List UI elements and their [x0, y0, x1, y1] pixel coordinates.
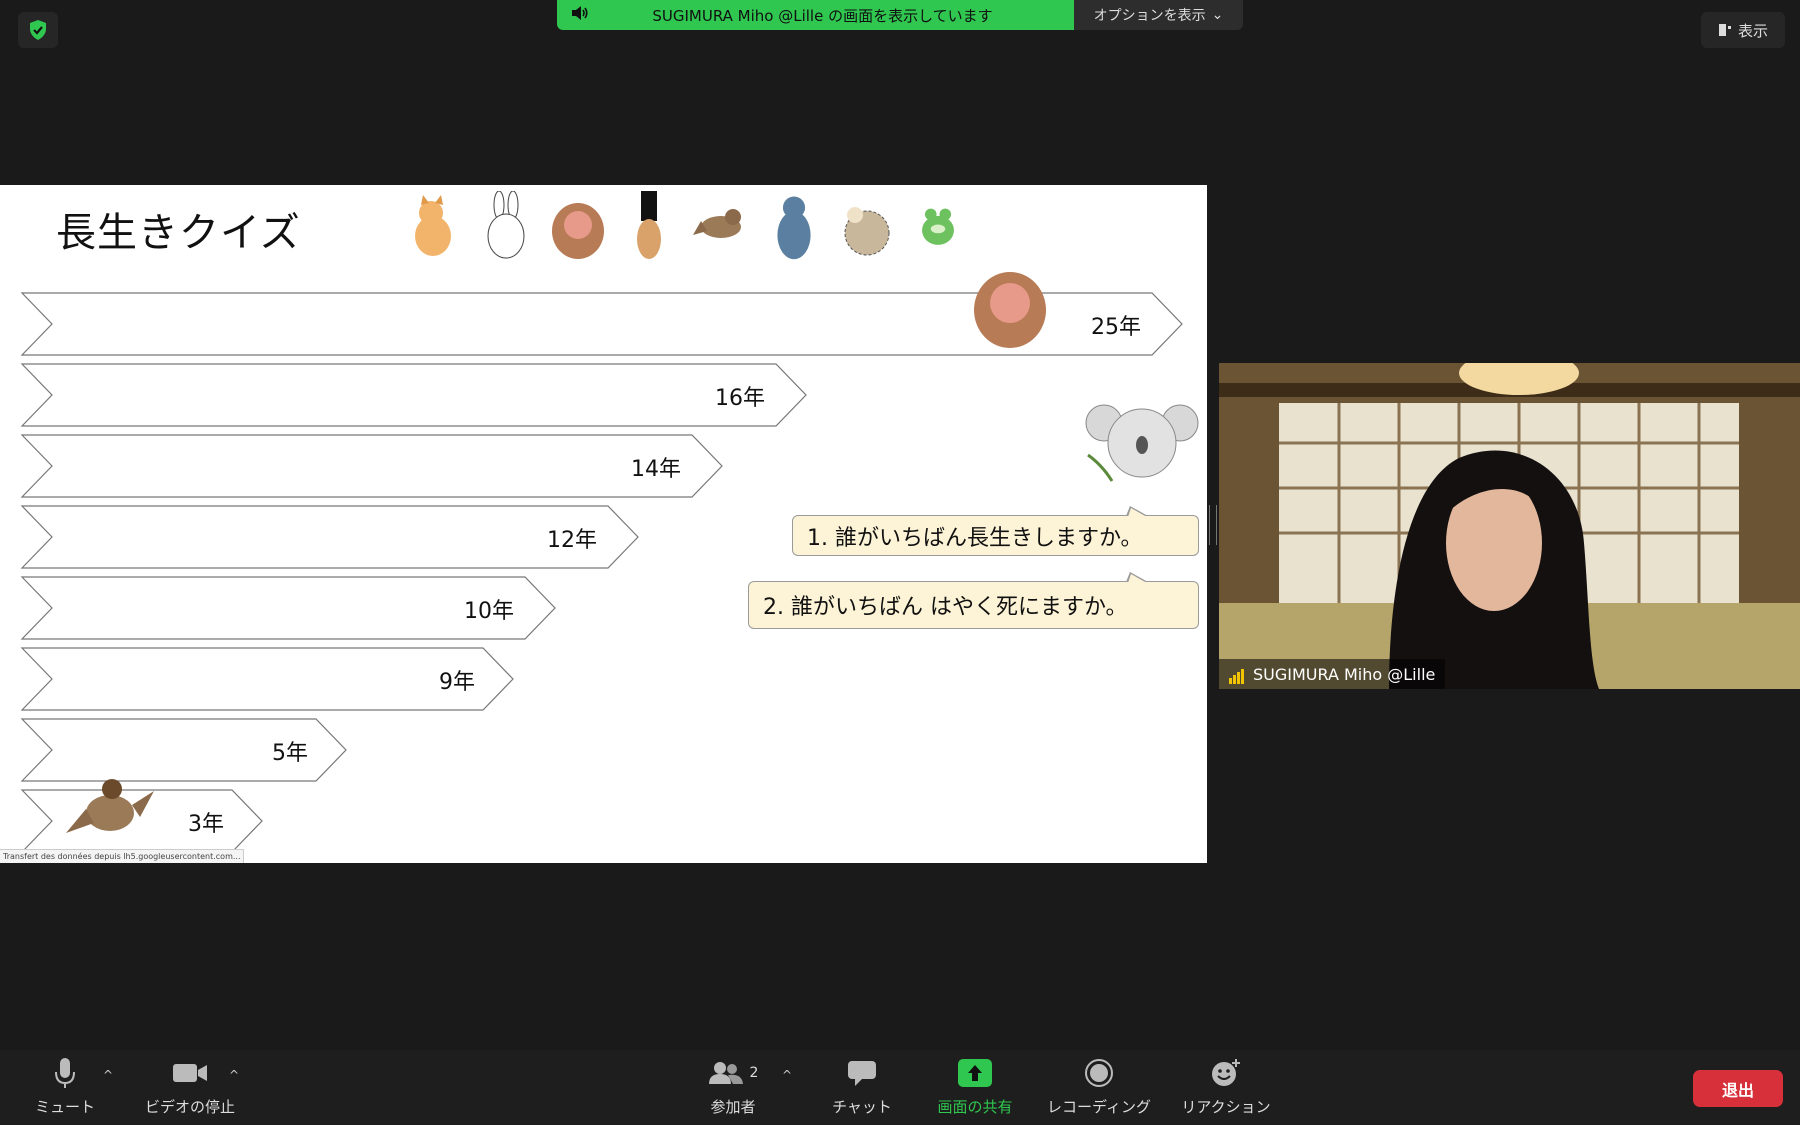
participants-count: 2 — [749, 1065, 759, 1081]
monkey-icon — [974, 272, 1046, 348]
sparrow-icon — [66, 779, 154, 833]
reactions-label: リアクション — [1181, 1098, 1271, 1116]
record-icon — [1085, 1059, 1113, 1087]
year-label: 25年 — [1091, 315, 1141, 340]
slide-title: 長生きクイズ — [56, 210, 301, 256]
browser-status-text: Transfert des données depuis lh5.googleu… — [0, 849, 245, 863]
recording-label: レコーディング — [1047, 1098, 1151, 1116]
year-label: 16年 — [715, 386, 765, 411]
mute-button[interactable]: ミュート — [24, 1050, 106, 1125]
wolf-icon — [777, 196, 811, 260]
year-label: 14年 — [631, 457, 681, 482]
rabbit-icon — [487, 191, 525, 259]
question-1: 1. 誰がいちばん長生きしますか。 — [792, 506, 1199, 556]
security-shield-button[interactable] — [18, 12, 58, 48]
year-arrow-bar — [20, 505, 639, 569]
year-label: 3年 — [188, 812, 224, 837]
chat-label: チャット — [832, 1098, 892, 1116]
fox-icon — [415, 195, 451, 256]
view-options-button[interactable]: オプションを表示 ⌄ — [1074, 0, 1243, 30]
monkey-icon — [552, 203, 604, 259]
view-mode-button[interactable]: 表示 — [1701, 12, 1785, 48]
cat-icon — [637, 191, 661, 259]
reactions-button[interactable]: リアクション — [1176, 1050, 1276, 1125]
year-label: 9年 — [439, 670, 475, 695]
leave-meeting-button[interactable]: 退出 — [1693, 1070, 1783, 1107]
stop-video-label: ビデオの停止 — [144, 1098, 235, 1116]
participants-label: 参加者 — [710, 1098, 756, 1116]
share-screen-icon — [958, 1059, 992, 1087]
share-banner-text: SUGIMURA Miho @Lille の画面を表示しています — [652, 6, 993, 25]
participant-video[interactable]: SUGIMURA Miho @Lille — [1219, 363, 1800, 689]
koala-icon — [1085, 404, 1199, 482]
year-arrow-bar — [20, 434, 723, 498]
chat-button[interactable]: チャット — [824, 1050, 900, 1125]
year-arrow-bar — [20, 363, 807, 427]
chat-icon — [848, 1061, 876, 1086]
recording-button[interactable]: レコーディング — [1041, 1050, 1157, 1125]
emoji-add-icon — [1212, 1059, 1240, 1086]
hedgehog-icon — [844, 207, 890, 256]
speaker-icon — [571, 5, 601, 25]
chevron-down-icon: ⌄ — [1211, 7, 1224, 23]
animal-illustrations — [405, 191, 967, 281]
share-screen-label: 画面の共有 — [937, 1098, 1013, 1116]
mute-label: ミュート — [34, 1098, 95, 1116]
participant-name-tag: SUGIMURA Miho @Lille — [1219, 659, 1446, 689]
signal-strength-icon — [1229, 665, 1245, 684]
shared-screen: 長生きクイズ 25年 16年 14年 12年 10年 9年 5年 3年 1. 誰がいちばん長生… — [0, 185, 1207, 863]
panel-splitter[interactable] — [1209, 505, 1217, 545]
year-label: 10年 — [464, 599, 514, 624]
microphone-icon — [55, 1058, 75, 1088]
participants-icon — [708, 1062, 743, 1084]
audio-options-caret[interactable]: ^ — [103, 1068, 113, 1082]
year-label: 5年 — [272, 741, 308, 766]
participants-options-caret[interactable]: ^ — [782, 1068, 792, 1082]
frog-icon — [922, 208, 954, 245]
view-options-label: オプションを表示 — [1093, 8, 1206, 24]
video-background — [1219, 363, 1800, 689]
question-2: 2. 誰がいちばん はやく死にますか。 — [748, 572, 1199, 629]
sparrow-icon — [693, 209, 741, 238]
participant-name: SUGIMURA Miho @Lille — [1253, 664, 1436, 684]
view-mode-label: 表示 — [1737, 21, 1768, 40]
share-screen-button[interactable]: 画面の共有 — [933, 1050, 1017, 1125]
video-options-caret[interactable]: ^ — [229, 1068, 239, 1082]
meeting-toolbar: ミュート ^ ビデオの停止 ^ 2 参加者 ^ チャット 画面の共有 レコーディ… — [0, 1050, 1800, 1125]
shield-icon — [30, 20, 46, 40]
participants-button[interactable]: 2 参加者 — [700, 1050, 766, 1125]
video-camera-icon — [173, 1064, 207, 1082]
stop-video-button[interactable]: ビデオの停止 — [140, 1050, 240, 1125]
layout-icon — [1718, 24, 1731, 36]
screen-share-banner: SUGIMURA Miho @Lille の画面を表示しています — [557, 0, 1074, 30]
year-label: 12年 — [547, 528, 597, 553]
